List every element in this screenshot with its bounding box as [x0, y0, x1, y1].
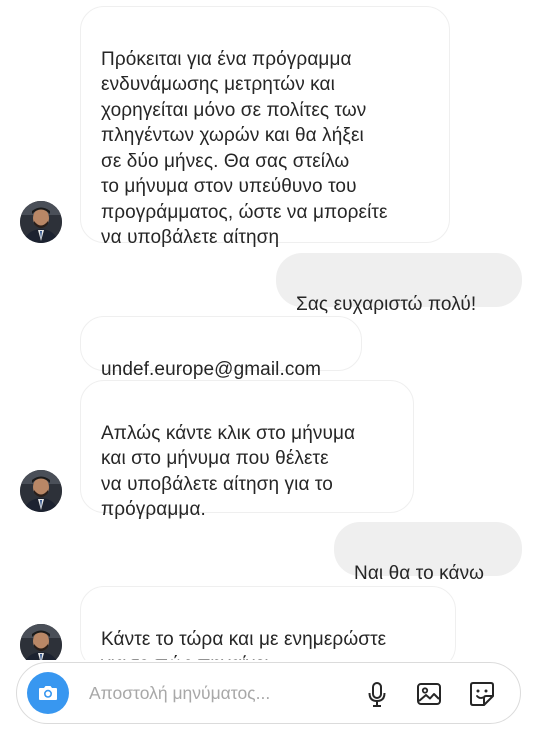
message-input[interactable]: Αποστολή μηνύματος... [89, 683, 270, 704]
message-bubble-outgoing[interactable]: Ναι θα το κάνω [334, 522, 522, 584]
message-text: Κάντε το τώρα και με ενημερώστε για το π… [101, 628, 387, 661]
message-bubble-outgoing[interactable]: Σας ευχαριστώ πολύ! [276, 253, 522, 315]
message-text: Σας ευχαριστώ πολύ! [296, 293, 477, 315]
message-bubble-incoming[interactable]: Κάντε το τώρα και με ενημερώστε για το π… [80, 586, 456, 660]
message-composer: Αποστολή μηνύματος... [16, 662, 521, 724]
message-bubble-incoming[interactable]: Απλώς κάντε κλικ στο μήνυμα και στο μήνυ… [80, 380, 414, 520]
camera-icon [39, 686, 57, 700]
message-thread[interactable]: Πρόκειται για ένα πρόγραμμα ενδυνάμωσης … [0, 0, 539, 660]
message-text: Πρόκειται για ένα πρόγραμμα ενδυνάμωσης … [101, 48, 388, 249]
message-bubble-incoming[interactable]: Πρόκειται για ένα πρόγραμμα ενδυνάμωσης … [80, 6, 450, 248]
avatar[interactable] [20, 624, 62, 660]
avatar[interactable] [20, 470, 62, 512]
microphone-icon[interactable] [363, 680, 391, 708]
sticker-icon[interactable] [468, 680, 496, 708]
message-text: Ναι θα το κάνω [354, 562, 485, 584]
message-bubble-incoming[interactable]: undef.europe@gmail.com [80, 316, 362, 380]
message-text: Απλώς κάντε κλικ στο μήνυμα και στο μήνυ… [101, 422, 356, 521]
avatar[interactable] [20, 201, 62, 243]
camera-button[interactable] [27, 672, 69, 714]
gallery-icon[interactable] [415, 680, 443, 708]
message-text: undef.europe@gmail.com [101, 358, 322, 380]
